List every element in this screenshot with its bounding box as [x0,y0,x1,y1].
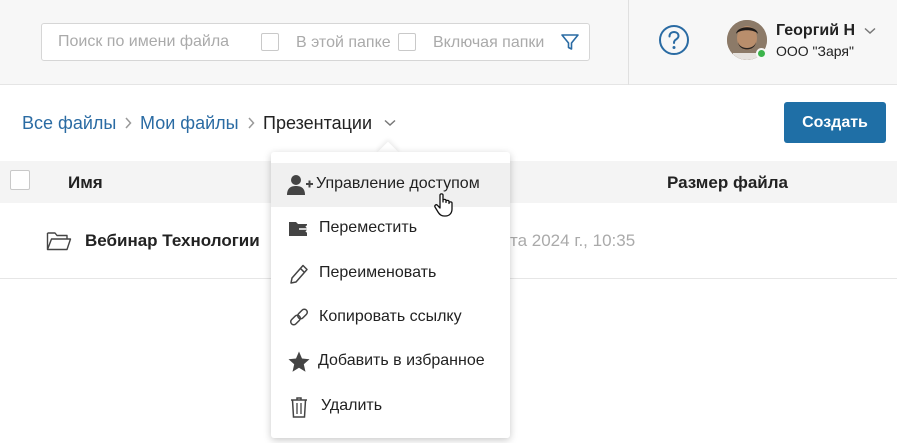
menu-item-rename[interactable]: Переименовать [271,252,510,296]
in-folder-label: В этой папке [296,34,391,51]
top-bar: В этой папке Включая папки Георгий Н ООО… [0,0,897,85]
file-date: та 2024 г., 10:35 [510,231,636,250]
menu-item-delete[interactable]: Удалить [271,385,510,429]
column-header-name[interactable]: Имя [68,173,103,193]
filter-icon[interactable] [560,32,580,52]
chevron-down-icon[interactable] [384,119,396,127]
chevron-down-icon[interactable] [864,27,876,35]
link-icon [289,308,309,326]
file-name[interactable]: Вебинар Технологии [85,231,260,251]
menu-item-move[interactable]: Переместить [271,207,510,251]
menu-item-label: Управление доступом [316,175,480,192]
menu-item-label: Добавить в избранное [318,352,485,369]
menu-item-add-favorite[interactable]: Добавить в избранное [271,340,510,384]
menu-item-label: Переименовать [319,264,437,281]
user-name[interactable]: Георгий Н [776,22,855,40]
folder-open-icon [46,232,72,251]
breadcrumb-current-folder[interactable]: Презентации [263,113,372,134]
menu-item-label: Удалить [321,397,383,414]
user-organization: ООО "Заря" [776,43,854,59]
include-folders-checkbox[interactable] [398,33,416,51]
top-bar-divider [628,0,629,85]
include-folders-label: Включая папки [433,34,545,51]
select-all-checkbox[interactable] [10,170,30,190]
help-icon[interactable] [658,24,690,56]
menu-item-manage-access[interactable]: Управление доступом [271,163,510,207]
breadcrumb-all-files[interactable]: Все файлы [22,113,116,134]
context-menu: Управление доступом Переместить Переимен… [271,152,510,438]
create-button[interactable]: Создать [784,102,886,143]
chevron-right-icon [248,117,255,129]
pencil-icon [290,264,308,284]
trash-icon [291,397,307,418]
online-status-dot [756,48,767,59]
chevron-right-icon [125,117,132,129]
move-folder-icon [289,222,311,236]
search-box: В этой папке Включая папки [41,23,590,61]
menu-item-copy-link[interactable]: Копировать ссылку [271,296,510,340]
hand-cursor-icon [434,193,453,217]
column-header-size[interactable]: Размер файла [667,173,788,193]
search-input[interactable] [42,24,257,60]
breadcrumb-my-files[interactable]: Мои файлы [140,113,239,134]
star-icon [288,351,310,372]
menu-item-label: Переместить [319,219,418,236]
user-plus-icon [287,175,313,195]
in-folder-checkbox[interactable] [261,33,279,51]
menu-item-label: Копировать ссылку [319,308,462,325]
